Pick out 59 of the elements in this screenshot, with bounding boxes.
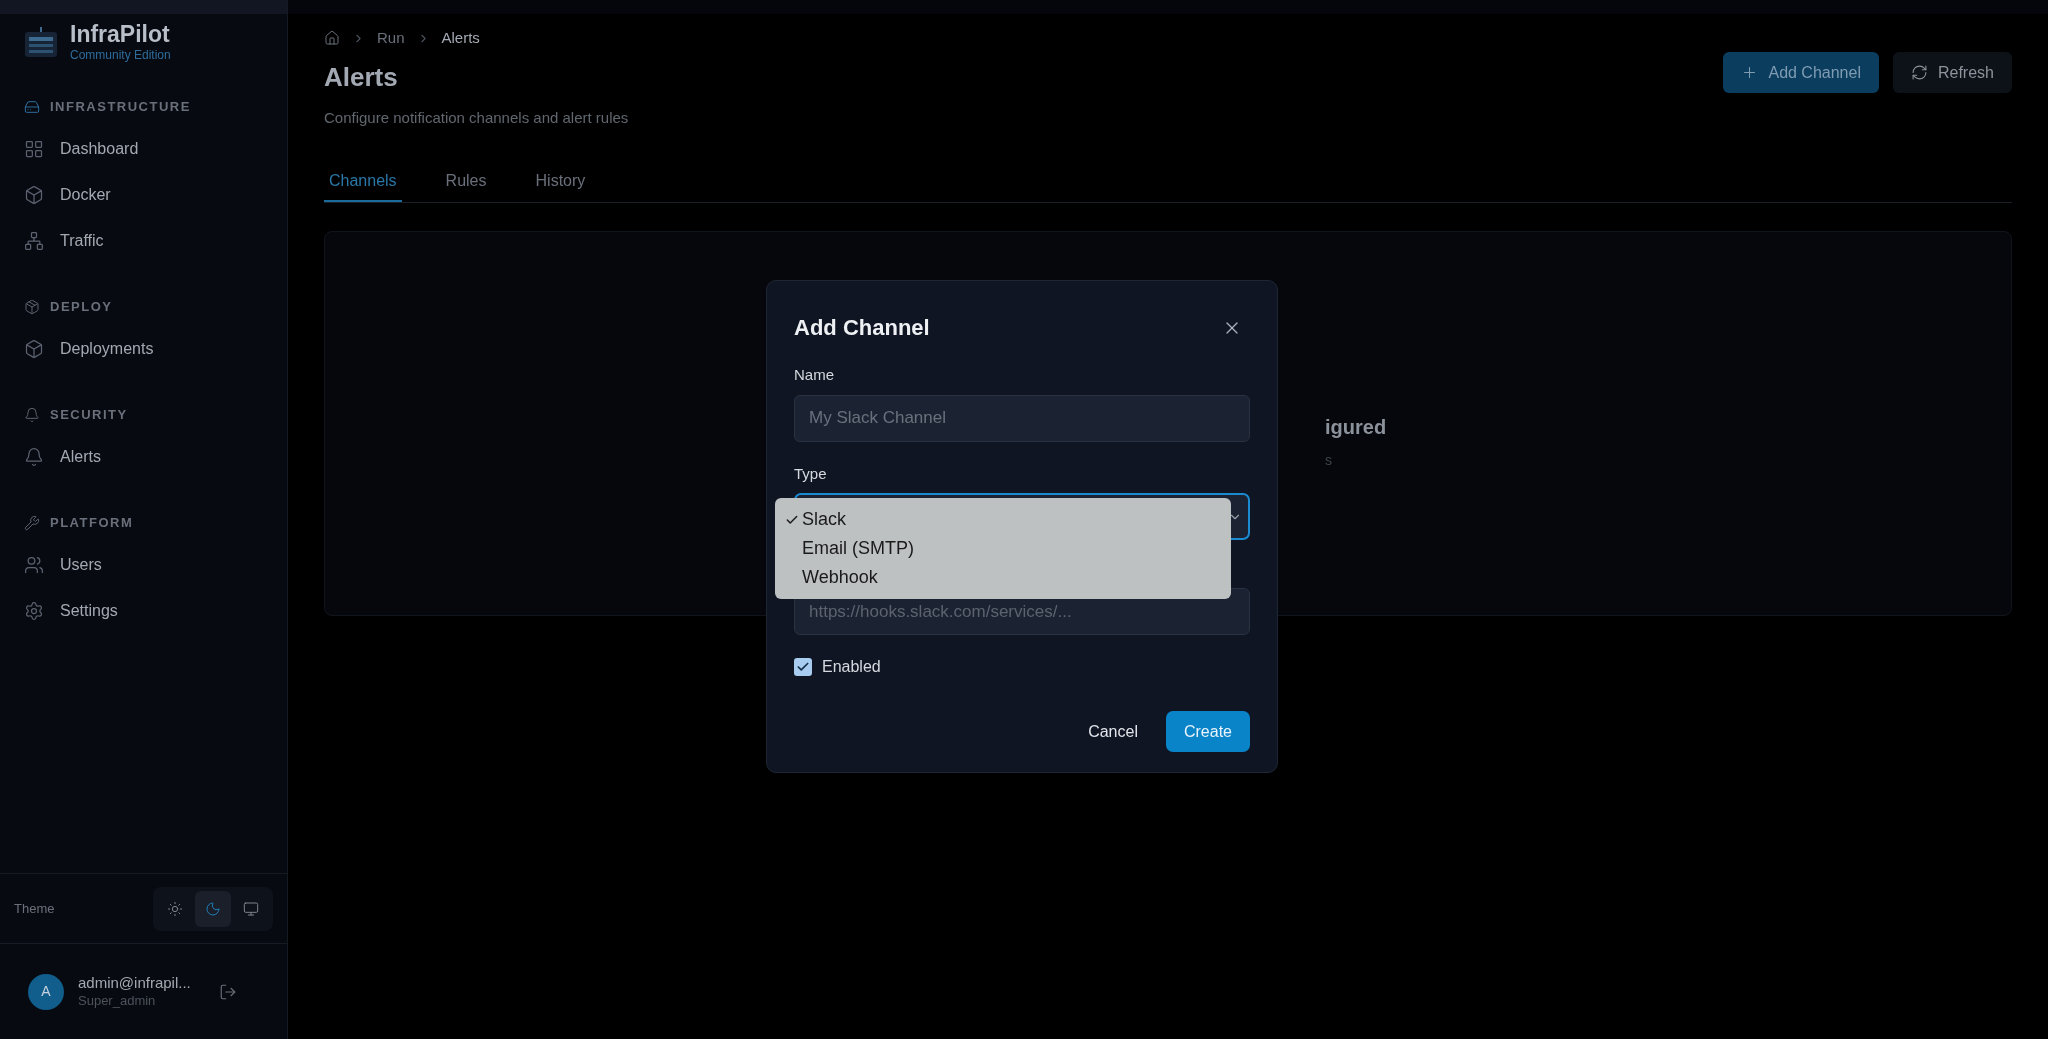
breadcrumb-item: Alerts — [441, 27, 480, 48]
dropdown-option[interactable]: Slack — [775, 505, 1231, 534]
cube-icon — [24, 339, 44, 359]
add-channel-button[interactable]: Add Channel — [1723, 52, 1879, 93]
moon-icon — [205, 900, 221, 917]
sun-icon — [167, 900, 183, 917]
theme-label: Theme — [14, 899, 55, 918]
tab[interactable]: Rules — [440, 161, 492, 202]
tab[interactable]: Channels — [324, 161, 402, 202]
dropdown-option[interactable]: Email (SMTP) — [775, 534, 1231, 563]
field-label: Type — [794, 463, 828, 484]
empty-state-text: s — [1325, 450, 1333, 470]
enabled-label: Enabled — [822, 657, 881, 677]
section-heading: INFRASTRUCTURE — [50, 98, 191, 117]
name-input-field[interactable]: My Slack Channel — [794, 394, 1250, 442]
home-icon[interactable] — [324, 30, 340, 46]
logout-icon[interactable] — [218, 982, 237, 1001]
brand-name: InfraPilot — [70, 23, 171, 46]
field-label: Name — [794, 365, 835, 385]
nav-item[interactable]: Alerts — [0, 434, 287, 480]
package-icon — [24, 299, 40, 315]
tab[interactable]: History — [530, 161, 591, 202]
dialog-title: Add Channel — [794, 314, 930, 342]
nav-item[interactable]: Users — [0, 542, 287, 588]
section-heading: PLATFORM — [50, 514, 134, 533]
drive-icon — [24, 99, 40, 115]
user-email: admin@infrapil... — [78, 974, 191, 993]
brand-edition: Community Edition — [70, 49, 171, 61]
enabled-checkbox[interactable] — [794, 658, 812, 676]
empty-state-title: igured — [1325, 414, 1388, 440]
url-input-field[interactable]: https://hooks.slack.com/services/... — [794, 588, 1250, 635]
network-icon — [24, 231, 44, 251]
create-button[interactable]: Create — [1165, 711, 1250, 752]
check-icon — [796, 660, 810, 674]
wrench-icon — [24, 515, 40, 531]
user-role: Super_admin — [78, 992, 157, 1009]
nav-item[interactable]: Deployments — [0, 326, 287, 372]
refresh-button[interactable]: Refresh — [1892, 52, 2012, 93]
section-heading: SECURITY — [50, 406, 128, 425]
grid-icon — [24, 139, 44, 159]
logo-icon — [24, 26, 58, 58]
nav-item[interactable]: Dashboard — [0, 126, 287, 172]
breadcrumb-item[interactable]: Run — [377, 26, 405, 50]
monitor-icon — [243, 900, 259, 917]
cube-icon — [24, 185, 44, 205]
bell-icon — [24, 447, 44, 467]
nav-item[interactable]: Docker — [0, 172, 287, 218]
page-subtitle: Configure notification channels and alert rules — [324, 108, 629, 128]
theme-option[interactable] — [195, 890, 231, 927]
nav-item[interactable]: Traffic — [0, 218, 287, 264]
users-icon — [24, 555, 44, 575]
page-title: Alerts — [324, 61, 399, 94]
bell-icon — [24, 407, 40, 423]
user-avatar: A — [28, 973, 64, 1010]
section-heading: DEPLOY — [50, 298, 113, 317]
settings-icon — [24, 601, 44, 621]
nav-item[interactable]: Settings — [0, 588, 287, 634]
refresh-icon — [1910, 64, 1928, 81]
cancel-button[interactable]: Cancel — [1070, 711, 1156, 752]
